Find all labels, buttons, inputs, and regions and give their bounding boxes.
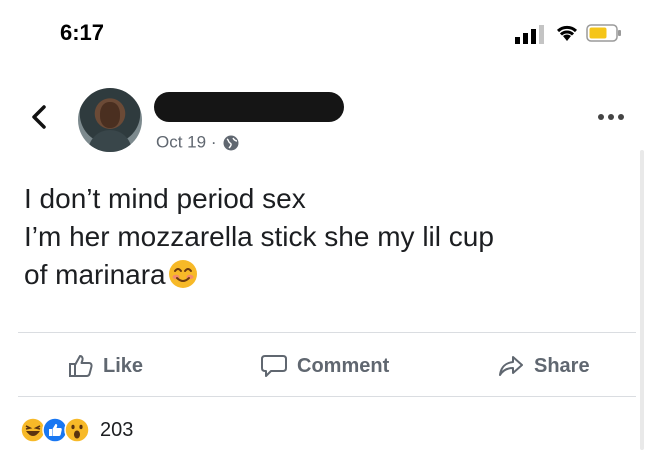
avatar[interactable] xyxy=(78,88,142,152)
author-name-redacted[interactable] xyxy=(154,92,344,122)
post-text-line: I don’t mind period sex xyxy=(24,183,306,214)
thumbs-up-icon xyxy=(69,355,93,377)
share-label: Share xyxy=(534,354,590,377)
divider-bottom xyxy=(18,396,636,397)
reaction-summary[interactable]: 203 xyxy=(20,414,133,446)
post-body: I don’t mind period sex I’m her mozzarel… xyxy=(24,180,624,294)
battery-icon xyxy=(586,24,621,42)
post-date[interactable]: Oct 19 xyxy=(156,133,206,152)
scrollbar[interactable] xyxy=(640,150,644,450)
status-time: 6:17 xyxy=(60,20,105,45)
status-bar: 6:17 xyxy=(0,0,653,64)
wow-reaction-icon xyxy=(64,417,90,443)
divider-top xyxy=(18,332,636,333)
post-text-line-last: of marinara xyxy=(24,256,624,294)
more-options-icon[interactable] xyxy=(596,112,626,122)
share-icon xyxy=(499,356,523,376)
signal-icon xyxy=(515,25,544,44)
comment-button[interactable]: Comment xyxy=(260,344,389,388)
post-meta: Oct 19 · xyxy=(156,132,239,153)
post-text-line-end: of marinara xyxy=(24,259,166,290)
comment-icon xyxy=(261,355,287,377)
avatar-shirt xyxy=(88,130,132,152)
share-button[interactable]: Share xyxy=(497,344,590,388)
back-chevron-icon[interactable] xyxy=(28,104,50,130)
avatar-face xyxy=(100,102,120,128)
like-label: Like xyxy=(103,354,144,377)
like-button[interactable]: Like xyxy=(68,344,143,388)
post-actions: Like Comment Share xyxy=(0,344,653,388)
reaction-count: 203 xyxy=(100,418,134,441)
wifi-icon xyxy=(556,25,578,41)
meta-separator: · xyxy=(210,132,217,152)
comment-label: Comment xyxy=(297,354,390,377)
globe-icon xyxy=(223,135,239,151)
post-text-line: I’m her mozzarella stick she my lil cup xyxy=(24,221,494,252)
smiling-face-icon xyxy=(168,260,197,288)
